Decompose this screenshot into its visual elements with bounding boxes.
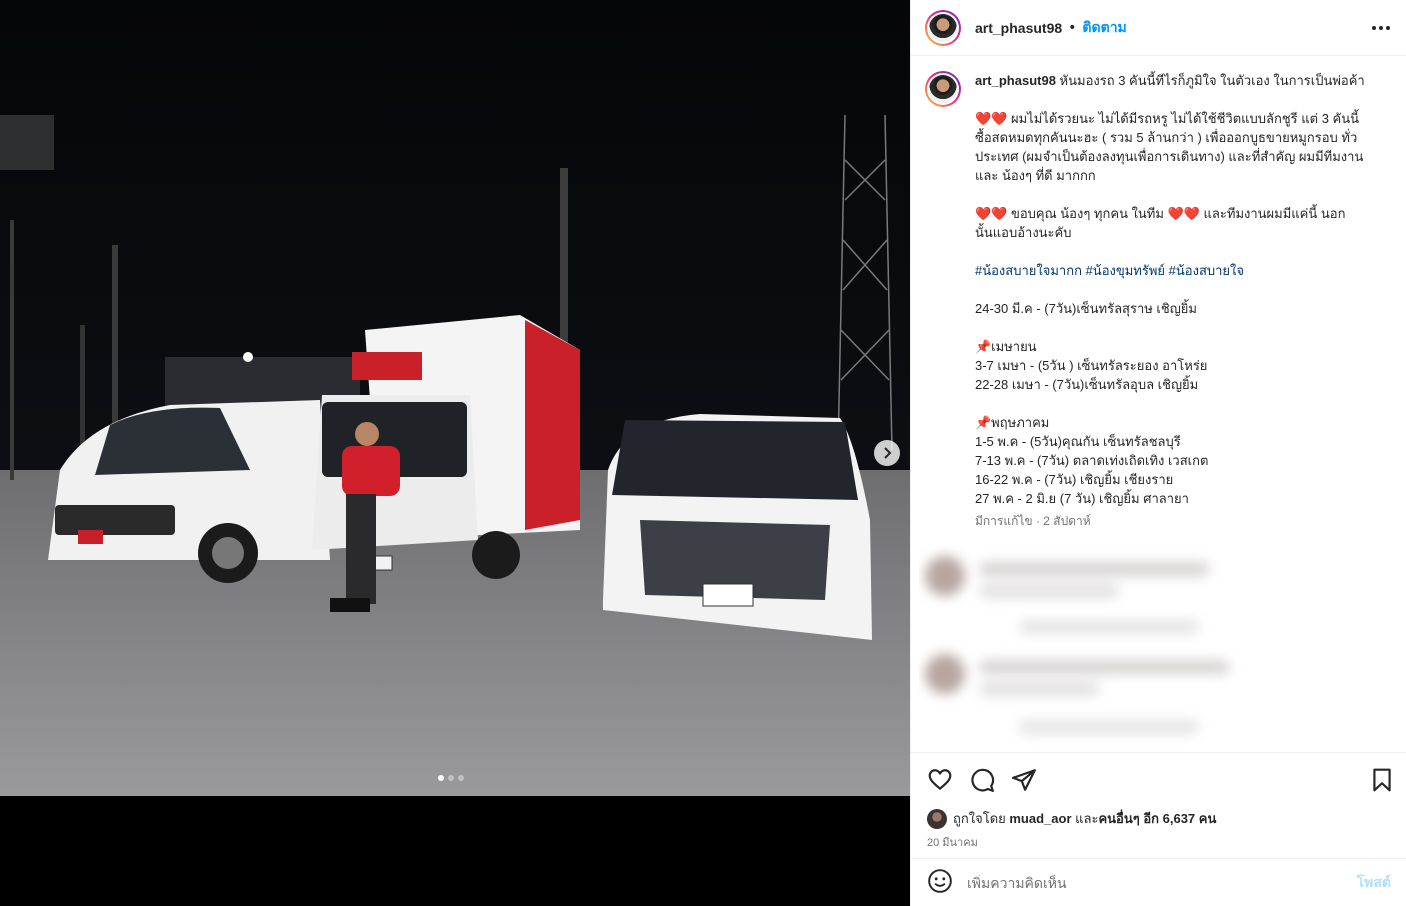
post-comment-button[interactable]: โพสต์ [1357, 872, 1391, 894]
comment-item [919, 650, 1406, 750]
likes-connector: และ [1075, 811, 1099, 826]
emoji-icon [928, 868, 952, 893]
send-icon [1012, 769, 1036, 791]
share-button[interactable] [1011, 767, 1037, 793]
caption-line [975, 394, 1375, 413]
caption-line: 27 พ.ค - 2 มิ.ย (7 วัน) เชิญยิ้ม ศาลายา [975, 491, 1189, 506]
header-separator: • [1068, 19, 1077, 36]
caption-line: 1-5 พ.ค - (5วัน)คุณกัน เซ็นทรัลชลบุรี [975, 434, 1181, 449]
comment-input[interactable] [967, 874, 1337, 891]
caption-line [975, 185, 1375, 204]
caption-line: นั้นแอบอ้างนะคับ [975, 225, 1072, 240]
post-actions: ถูกใจโดย muad_aor และ คนอื่นๆ อีก 6,637 … [911, 752, 1406, 858]
hashtag-link[interactable]: #น้องขุมทรัพย์ [1086, 263, 1165, 278]
post-media-area [0, 0, 910, 906]
carousel-indicator [438, 775, 464, 781]
comment-button[interactable] [969, 767, 995, 793]
caption-line: 16-22 พ.ค - (7วัน) เชิญยิ้ม เชียงราย [975, 472, 1174, 487]
save-button[interactable] [1369, 767, 1395, 793]
post-date: 20 มีนาคม [927, 837, 978, 849]
likes-first-user[interactable]: muad_aor [1009, 811, 1071, 826]
caption-line: ❤️❤️ ขอบคุณ น้องๆ ทุกคน ในทีม ❤️❤️ และที… [975, 206, 1346, 221]
caption-line: 22-28 เมษา - (7วัน)เซ็นทรัลอุบล เชิญยิ้ม [975, 377, 1199, 392]
likes-prefix: ถูกใจโดย [953, 811, 1006, 826]
post-username[interactable]: art_phasut98 [975, 20, 1062, 36]
caption-line: และ น้องๆ ที่ดี มากกก [975, 168, 1096, 183]
emoji-button[interactable] [927, 868, 953, 898]
comments-list [919, 546, 1406, 750]
avatar[interactable] [925, 71, 961, 107]
caption-body: art_phasut98 หันมองรถ 3 คันนี้ทีไรก็ภูมิ… [975, 71, 1375, 545]
caption-first-line: หันมองรถ 3 คันนี้ทีไรก็ภูมิใจ ในตัวเอง ใ… [1059, 73, 1365, 88]
hashtag-link[interactable]: #น้องสบายใจ [1169, 263, 1244, 278]
caption-line: ❤️❤️ ผมไม่ได้รวยนะ ไม่ได้มีรถหรู ไม่ได้ใ… [975, 111, 1360, 126]
likes-summary: ถูกใจโดย muad_aor และ คนอื่นๆ อีก 6,637 … [927, 808, 1216, 829]
caption-line: 📌เมษายน [975, 339, 1037, 354]
chevron-right-icon [884, 447, 892, 459]
comment-icon [971, 768, 995, 792]
avatar[interactable] [925, 9, 961, 46]
caption-line [975, 280, 1375, 299]
caption-line: ซื้อสดหมดทุกคันนะฮะ ( รวม 5 ล้านกว่า ) เ… [975, 130, 1358, 145]
post-time: 2 สัปดาห์ [1043, 514, 1091, 528]
heart-icon [928, 769, 952, 790]
caption-line: 3-7 เมษา - (5วัน ) เซ็นทรัลระยอง อาโหร่ย [975, 358, 1208, 373]
edited-label: มีการแก้ไข [975, 514, 1033, 528]
caption-line [975, 318, 1375, 337]
carousel-next-button[interactable] [874, 440, 900, 466]
bookmark-icon [1373, 768, 1391, 792]
caption-username[interactable]: art_phasut98 [975, 73, 1056, 88]
carousel-dot [438, 775, 444, 781]
more-options-button[interactable] [1369, 16, 1393, 40]
caption-line [975, 242, 1375, 261]
caption-line: 📌พฤษภาคม [975, 415, 1050, 430]
comment-composer: โพสต์ [911, 858, 1406, 906]
post-photo [0, 0, 910, 796]
hashtag-link[interactable]: #น้องสบายใจมากก [975, 263, 1082, 278]
post-header: art_phasut98 • ติดตาม [911, 0, 1406, 56]
caption-line: 24-30 มี.ค - (7วัน)เซ็นทรัลสุราษ เชิญยิ้… [975, 301, 1197, 316]
caption-line [975, 90, 1375, 109]
caption-meta: มีการแก้ไข · 2 สัปดาห์ [975, 512, 1375, 531]
avatar[interactable] [927, 808, 947, 829]
like-button[interactable] [927, 767, 953, 793]
likes-others-link[interactable]: คนอื่นๆ อีก 6,637 คน [1098, 808, 1216, 829]
carousel-dot [458, 775, 464, 781]
post-side-panel: art_phasut98 • ติดตาม art_phasut98 หันมอ… [910, 0, 1406, 906]
caption-section: art_phasut98 หันมองรถ 3 คันนี้ทีไรก็ภูมิ… [911, 57, 1406, 545]
comment-item [919, 546, 1406, 646]
follow-button[interactable]: ติดตาม [1082, 17, 1126, 39]
caption-line: ประเทศ (ผมจำเป็นต้องลงทุนเพื่อการเดินทาง… [975, 149, 1364, 164]
meta-separator: · [1035, 514, 1040, 528]
caption-line: 7-13 พ.ค - (7วัน) ตลาดเท่งเถิดเทิง เวสเก… [975, 453, 1209, 468]
more-icon [1372, 26, 1390, 30]
carousel-dot [448, 775, 454, 781]
